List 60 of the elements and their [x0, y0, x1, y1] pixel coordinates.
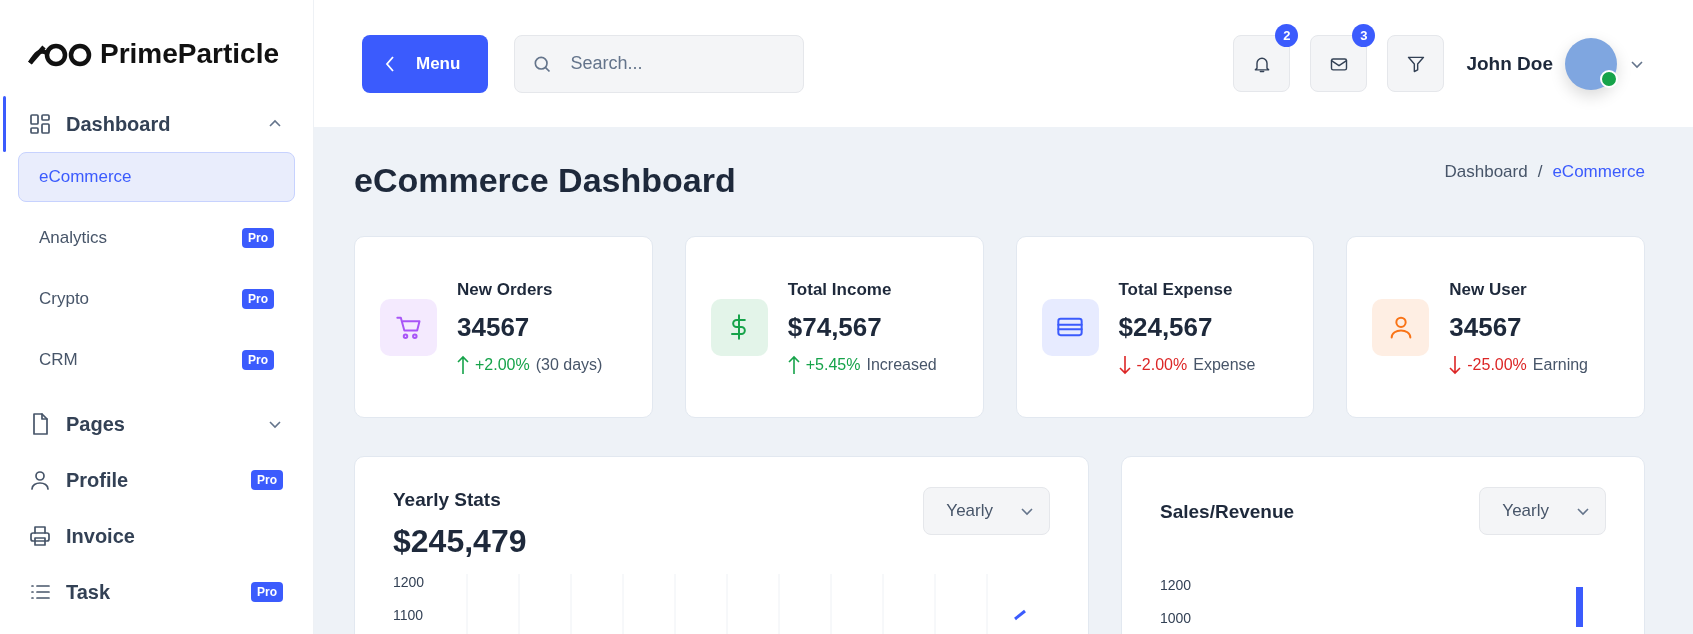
change-value: -25.00%	[1467, 355, 1527, 374]
stat-title: Total Expense	[1118, 279, 1234, 300]
sidebar-item[interactable]: Profile Pro	[0, 452, 313, 508]
breadcrumb-item: eCommerce	[1552, 161, 1645, 182]
sidebar-item[interactable]: Dashboard	[0, 96, 313, 152]
stat-value: $24,567	[1118, 311, 1214, 343]
change-note: Earning	[1532, 355, 1588, 374]
arrow-down-icon	[1449, 354, 1462, 375]
submenu-item[interactable]: Analytics Pro	[18, 213, 295, 263]
period-dropdown[interactable]: Yearly	[923, 487, 1050, 535]
axis-label: 1000	[1160, 610, 1193, 626]
menu-button[interactable]: Menu	[362, 34, 489, 93]
axis-label: 1200	[393, 574, 426, 590]
user-icon	[28, 468, 52, 492]
breadcrumb-item[interactable]: /	[1537, 161, 1543, 182]
sidebar-item[interactable]: Invoice	[0, 508, 313, 564]
submenu-item[interactable]: eCommerce	[18, 152, 295, 202]
breadcrumb-item[interactable]: Dashboard	[1444, 161, 1528, 182]
submenu-item[interactable]: CRM Pro	[18, 335, 295, 385]
search-field[interactable]: Search...	[514, 34, 805, 93]
submenu-item[interactable]: Crypto Pro	[18, 274, 295, 324]
pro-badge: Pro	[251, 470, 283, 490]
bar-chart-drawing	[1576, 587, 1583, 627]
logo-text: PrimeParticle	[100, 38, 279, 70]
change-note: (30 days)	[535, 355, 603, 374]
stat-value: 34567	[457, 311, 531, 343]
axis-label: 1200	[1160, 577, 1193, 593]
change-value: +2.00%	[475, 355, 530, 374]
stat-title: New User	[1449, 279, 1528, 300]
chart-total: $245,479	[393, 523, 527, 560]
change-note: Expense	[1193, 355, 1256, 374]
count-badge: 2	[1275, 24, 1299, 47]
page-title: eCommerce Dashboard	[354, 161, 736, 200]
pro-badge: Pro	[242, 350, 274, 370]
arrow-up-icon	[787, 354, 800, 375]
stat-value: 34567	[1449, 311, 1523, 343]
pro-badge: Pro	[251, 582, 283, 602]
change-note: Increased	[866, 355, 937, 374]
change-value: -2.00%	[1136, 355, 1188, 374]
stat-title: Total Income	[787, 279, 893, 300]
chart-title: Yearly Stats	[393, 489, 502, 511]
pro-badge: Pro	[242, 289, 274, 309]
period-dropdown[interactable]: Yearly	[1479, 487, 1606, 535]
sidebar-item[interactable]: Task Pro	[0, 564, 313, 620]
stat-value: $74,567	[787, 311, 883, 343]
printer-icon	[28, 524, 52, 548]
user-name: John Doe	[1466, 52, 1553, 75]
arrow-up-icon	[457, 354, 469, 375]
count-badge: 3	[1352, 24, 1376, 47]
change-value: +5.45%	[805, 355, 861, 374]
grid-icon	[28, 112, 52, 136]
chart-title: Sales/Revenue	[1160, 501, 1295, 523]
logo-icon	[28, 41, 94, 67]
arrow-down-icon	[1118, 354, 1131, 375]
avatar[interactable]	[1565, 37, 1617, 90]
axis-label: 1100	[393, 607, 425, 623]
sidebar-item[interactable]: Pages	[0, 396, 313, 452]
chevron-left-icon	[384, 54, 396, 73]
pro-badge: Pro	[242, 228, 274, 248]
stat-title: New Orders	[457, 279, 554, 300]
